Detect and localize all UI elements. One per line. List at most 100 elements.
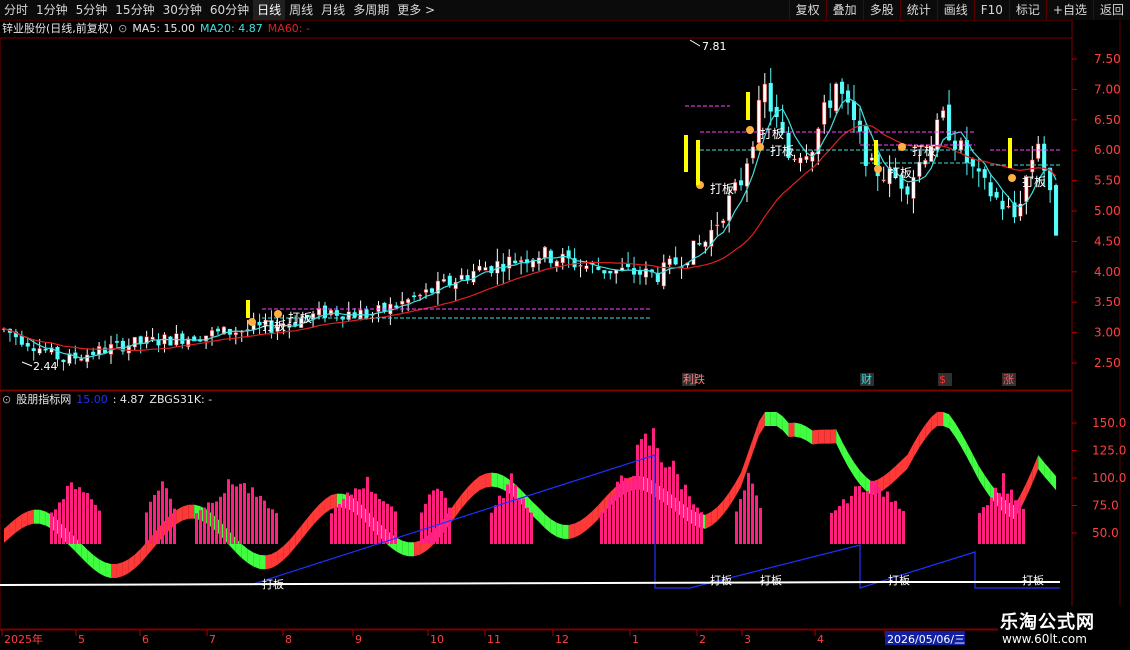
candle <box>364 309 369 318</box>
indicator-ribbon <box>57 519 64 541</box>
price-tick-label: 2.50 <box>1094 356 1121 370</box>
indicator-title: 股朋指标网 <box>16 393 72 406</box>
time-label: 10 <box>430 633 444 646</box>
indicator-ribbon <box>836 429 843 456</box>
toolbar-button[interactable]: 标记 <box>1008 0 1046 20</box>
indicator-ribbon <box>45 511 52 529</box>
candle <box>281 324 286 327</box>
period-tab[interactable]: 60分钟 <box>206 0 253 20</box>
indicator-histogram-bar <box>640 439 643 544</box>
indicator-histogram-bar <box>215 501 218 544</box>
indicator-histogram-bar <box>382 501 385 544</box>
indicator-ribbon <box>146 535 153 557</box>
time-label: 6 <box>142 633 149 646</box>
indicator-ribbon <box>527 496 533 517</box>
indicator-histogram-bar <box>94 504 97 544</box>
indicator-ribbon <box>610 486 617 507</box>
indicator-histogram-bar <box>664 467 667 544</box>
candle <box>608 270 613 274</box>
indicator-ribbon <box>752 421 759 453</box>
candle <box>1054 185 1059 236</box>
indicator-ribbon <box>467 481 474 502</box>
candle <box>525 259 530 264</box>
period-tab[interactable]: 月线 <box>317 0 349 20</box>
indicator-histogram-bar <box>866 490 869 544</box>
candle <box>845 90 851 103</box>
period-tab[interactable]: 30分钟 <box>159 0 206 20</box>
candle <box>733 182 738 191</box>
indicator-ribbon <box>996 491 1003 512</box>
candle <box>626 263 631 267</box>
indicator-histogram-bar <box>448 507 451 544</box>
indicator-ribbon <box>830 429 837 444</box>
candle <box>964 140 969 163</box>
price-tick-label: 4.00 <box>1094 265 1121 279</box>
candle <box>429 288 434 293</box>
indicator-ribbon <box>711 507 718 526</box>
period-tab[interactable]: 周线 <box>285 0 317 20</box>
candle <box>530 259 536 268</box>
signal-label: 打板 <box>1022 175 1046 189</box>
candle <box>614 269 619 274</box>
chart-canvas[interactable]: 7.50 7.00 6.50 6.00 5.50 5.00 4.50 4.00 3.50 3.00… <box>0 0 1130 650</box>
period-tab[interactable]: 1分钟 <box>32 0 72 20</box>
settings-icon[interactable]: ⊙ <box>2 392 11 408</box>
indicator-histogram-bar <box>275 513 278 544</box>
indicator-ribbon <box>402 540 409 557</box>
ma60-label: MA60: - <box>267 22 310 35</box>
indicator-ribbon <box>301 518 308 540</box>
candle <box>673 257 678 265</box>
indicator-histogram-bar <box>82 492 85 544</box>
candle <box>406 299 411 304</box>
candle <box>655 272 660 282</box>
toolbar-button[interactable]: 复权 <box>788 0 826 20</box>
candle <box>727 195 732 221</box>
indicator-histogram-bar <box>620 475 623 544</box>
candle <box>305 314 310 318</box>
period-tab[interactable]: 日线 <box>253 0 286 20</box>
indicator-ribbon <box>794 422 801 438</box>
period-tab[interactable]: 5分钟 <box>72 0 112 20</box>
period-tab[interactable]: 更多 > <box>393 0 439 20</box>
hand-icon <box>746 126 754 134</box>
time-label: 4 <box>817 633 824 646</box>
indicator-histogram-bar <box>50 512 53 544</box>
toolbar-button[interactable]: 返回 <box>1092 0 1130 20</box>
indicator-ribbon <box>931 412 938 432</box>
indicator-ribbon <box>812 429 819 445</box>
indicator-histogram-bar <box>1022 508 1025 544</box>
indicator-value-1: 15.00 <box>76 393 108 406</box>
period-tab[interactable]: 多周期 <box>349 0 393 20</box>
indicator-histogram-bar <box>424 503 427 544</box>
candle <box>982 169 987 178</box>
candle <box>976 168 981 172</box>
toolbar-button[interactable]: 画线 <box>936 0 974 20</box>
candle <box>394 305 399 308</box>
indicator-histogram-bar <box>755 495 758 544</box>
indicator-histogram-bar <box>199 510 202 544</box>
indicator-ribbon <box>806 426 813 445</box>
period-tab[interactable]: 15分钟 <box>111 0 158 20</box>
indicator-ribbon <box>4 523 10 543</box>
toolbar-button[interactable]: +自选 <box>1045 0 1093 20</box>
indicator-histogram-bar <box>878 487 881 544</box>
candle <box>1012 202 1017 218</box>
candle <box>7 328 12 333</box>
indicator-ribbon <box>212 513 218 534</box>
period-tab[interactable]: 分时 <box>0 0 32 20</box>
indicator-panel-frame <box>0 390 1073 630</box>
indicator-ribbon <box>27 509 34 526</box>
indicator-ribbon <box>366 509 373 531</box>
indicator-ribbon <box>972 454 979 480</box>
toolbar-button[interactable]: 统计 <box>899 0 937 20</box>
indicator-ribbon <box>408 542 415 557</box>
indicator-ribbon <box>241 544 248 564</box>
indicator-histogram-bar <box>1010 489 1013 544</box>
toolbar-button[interactable]: 叠加 <box>825 0 863 20</box>
indicator-value-3: ZBGS31K: - <box>149 393 213 406</box>
toolbar-button[interactable]: F10 <box>973 0 1009 20</box>
toolbar-button[interactable]: 多股 <box>862 0 900 20</box>
settings-icon[interactable]: ⊙ <box>118 21 127 37</box>
indicator-ribbon <box>378 522 385 542</box>
indicator-ribbon <box>925 417 932 439</box>
